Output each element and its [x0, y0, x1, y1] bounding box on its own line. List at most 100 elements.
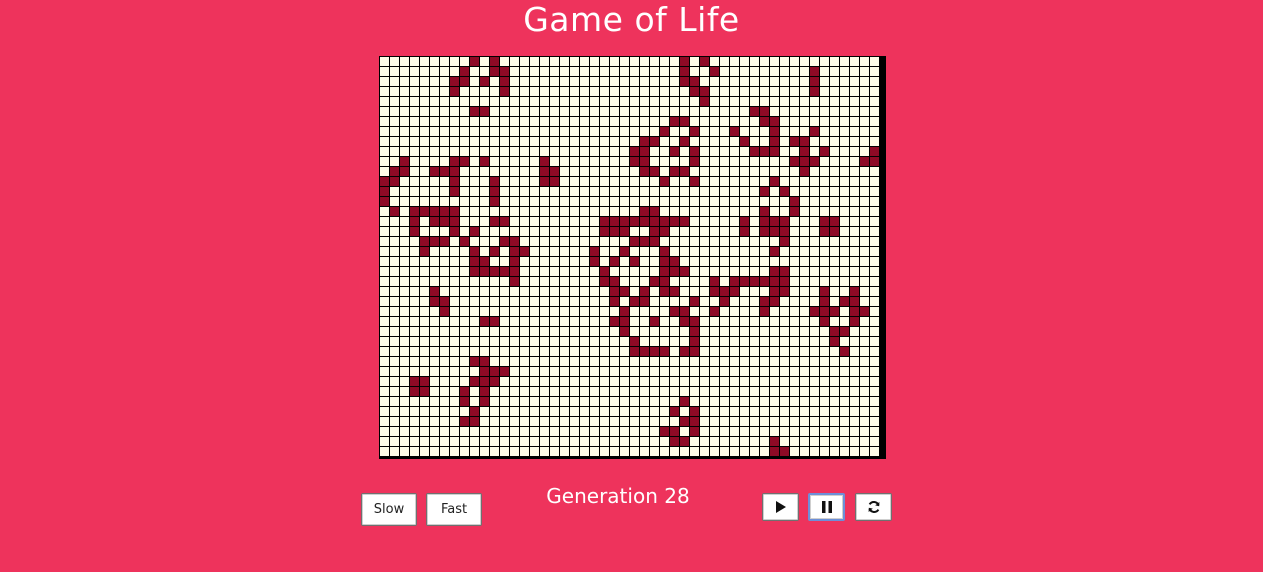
grid-cell[interactable]	[860, 197, 870, 207]
grid-cell[interactable]	[510, 197, 520, 207]
grid-cell[interactable]	[710, 447, 720, 457]
grid-cell[interactable]	[660, 197, 670, 207]
grid-cell[interactable]	[590, 187, 600, 197]
grid-cell[interactable]	[380, 407, 390, 417]
grid-cell[interactable]	[450, 337, 460, 347]
grid-cell[interactable]	[660, 317, 670, 327]
grid-cell[interactable]	[750, 77, 760, 87]
grid-cell[interactable]	[470, 237, 480, 247]
grid-cell[interactable]	[380, 337, 390, 347]
grid-cell[interactable]	[530, 157, 540, 167]
grid-cell[interactable]	[740, 137, 750, 147]
grid-cell[interactable]	[590, 427, 600, 437]
grid-cell[interactable]	[460, 67, 470, 77]
grid-cell[interactable]	[600, 177, 610, 187]
grid-cell[interactable]	[540, 387, 550, 397]
grid-cell[interactable]	[390, 127, 400, 137]
grid-cell[interactable]	[560, 67, 570, 77]
grid-cell[interactable]	[830, 447, 840, 457]
grid-cell[interactable]	[780, 77, 790, 87]
grid-cell[interactable]	[430, 127, 440, 137]
grid-cell[interactable]	[570, 367, 580, 377]
grid-cell[interactable]	[540, 87, 550, 97]
grid-cell[interactable]	[550, 397, 560, 407]
grid-cell[interactable]	[480, 297, 490, 307]
grid-cell[interactable]	[480, 417, 490, 427]
grid-cell[interactable]	[770, 307, 780, 317]
grid-cell[interactable]	[580, 137, 590, 147]
grid-cell[interactable]	[790, 197, 800, 207]
grid-cell[interactable]	[670, 367, 680, 377]
grid-cell[interactable]	[870, 127, 880, 137]
grid-cell[interactable]	[650, 247, 660, 257]
grid-cell[interactable]	[620, 347, 630, 357]
grid-cell[interactable]	[560, 347, 570, 357]
grid-cell[interactable]	[800, 127, 810, 137]
grid-cell[interactable]	[440, 287, 450, 297]
grid-cell[interactable]	[790, 247, 800, 257]
grid-cell[interactable]	[680, 387, 690, 397]
grid-cell[interactable]	[600, 57, 610, 67]
grid-cell[interactable]	[440, 97, 450, 107]
grid-cell[interactable]	[790, 187, 800, 197]
grid-cell[interactable]	[380, 77, 390, 87]
grid-cell[interactable]	[760, 407, 770, 417]
grid-cell[interactable]	[620, 247, 630, 257]
grid-cell[interactable]	[810, 227, 820, 237]
grid-cell[interactable]	[850, 267, 860, 277]
grid-cell[interactable]	[550, 117, 560, 127]
grid-cell[interactable]	[670, 157, 680, 167]
grid-cell[interactable]	[470, 307, 480, 317]
grid-cell[interactable]	[470, 317, 480, 327]
grid-cell[interactable]	[650, 287, 660, 297]
grid-cell[interactable]	[560, 317, 570, 327]
grid-cell[interactable]	[400, 177, 410, 187]
grid-cell[interactable]	[850, 217, 860, 227]
grid-cell[interactable]	[750, 267, 760, 277]
grid-cell[interactable]	[510, 87, 520, 97]
grid-cell[interactable]	[520, 187, 530, 197]
grid-cell[interactable]	[520, 157, 530, 167]
grid-cell[interactable]	[710, 57, 720, 67]
grid-cell[interactable]	[580, 427, 590, 437]
grid-cell[interactable]	[600, 237, 610, 247]
grid-cell[interactable]	[430, 167, 440, 177]
grid-cell[interactable]	[570, 357, 580, 367]
grid-cell[interactable]	[750, 87, 760, 97]
grid-cell[interactable]	[820, 187, 830, 197]
grid-cell[interactable]	[550, 167, 560, 177]
grid-cell[interactable]	[780, 87, 790, 97]
grid-cell[interactable]	[680, 97, 690, 107]
grid-cell[interactable]	[680, 257, 690, 267]
grid-cell[interactable]	[450, 87, 460, 97]
grid-cell[interactable]	[520, 207, 530, 217]
grid-cell[interactable]	[710, 317, 720, 327]
grid-cell[interactable]	[800, 207, 810, 217]
grid-cell[interactable]	[400, 437, 410, 447]
grid-cell[interactable]	[520, 237, 530, 247]
grid-cell[interactable]	[740, 427, 750, 437]
grid-cell[interactable]	[640, 297, 650, 307]
grid-cell[interactable]	[470, 257, 480, 267]
grid-cell[interactable]	[550, 97, 560, 107]
grid-cell[interactable]	[460, 197, 470, 207]
grid-cell[interactable]	[670, 437, 680, 447]
grid-cell[interactable]	[540, 107, 550, 117]
grid-cell[interactable]	[560, 337, 570, 347]
grid-cell[interactable]	[670, 407, 680, 417]
grid-cell[interactable]	[500, 337, 510, 347]
grid-cell[interactable]	[570, 117, 580, 127]
grid-cell[interactable]	[710, 167, 720, 177]
grid-cell[interactable]	[380, 237, 390, 247]
grid-cell[interactable]	[660, 97, 670, 107]
grid-cell[interactable]	[440, 137, 450, 147]
grid-cell[interactable]	[740, 127, 750, 137]
grid-cell[interactable]	[580, 417, 590, 427]
grid-cell[interactable]	[820, 327, 830, 337]
grid-cell[interactable]	[610, 267, 620, 277]
grid-cell[interactable]	[380, 307, 390, 317]
grid-cell[interactable]	[860, 277, 870, 287]
grid-cell[interactable]	[710, 117, 720, 127]
grid-cell[interactable]	[870, 67, 880, 77]
grid-cell[interactable]	[680, 367, 690, 377]
